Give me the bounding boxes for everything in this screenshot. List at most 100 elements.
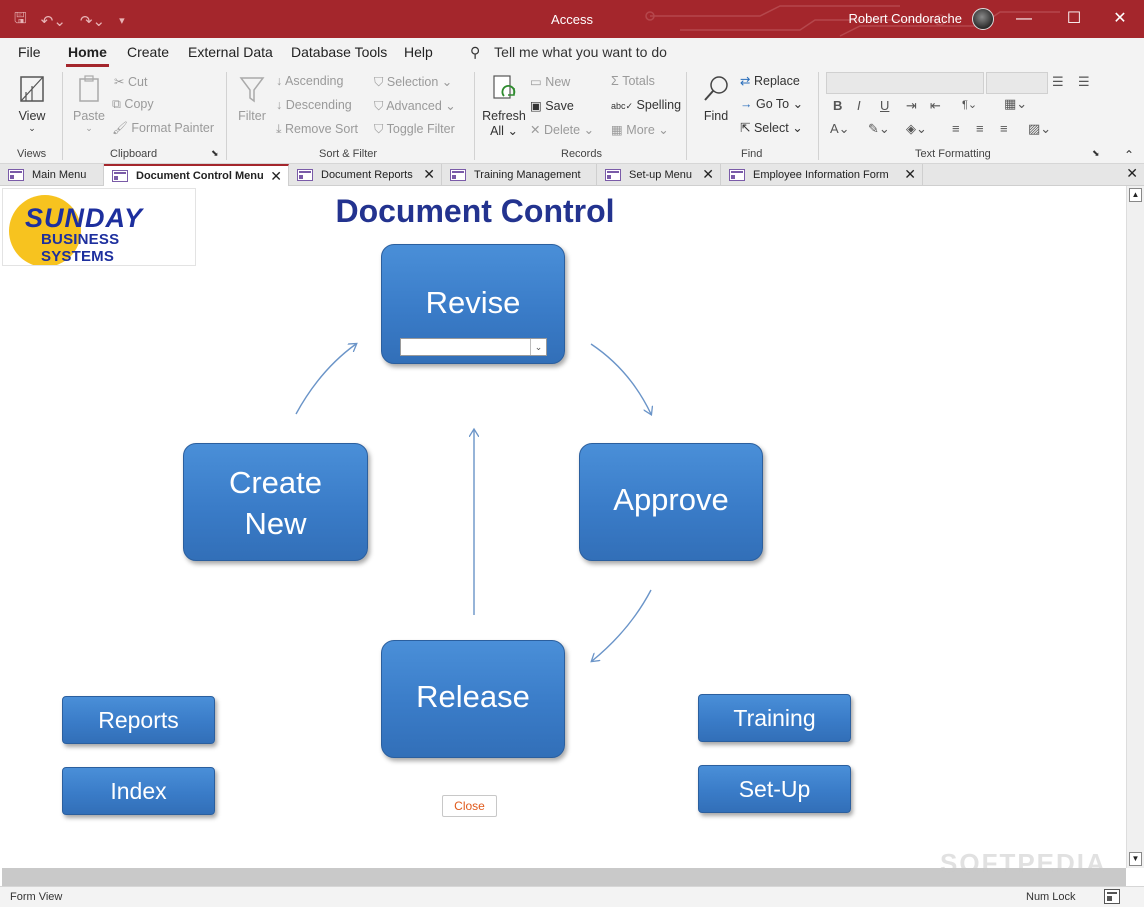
doc-tab-document-control-menu[interactable]: Document Control Menu ✕ bbox=[104, 164, 289, 186]
index-button[interactable]: Index bbox=[62, 767, 215, 815]
paragraph-direction-icon[interactable]: ¶⌄ bbox=[962, 98, 977, 111]
grid-icon: ▦ bbox=[611, 123, 623, 137]
cut-button[interactable]: ✂ Cut bbox=[114, 74, 147, 89]
doc-tab-set-up-menu[interactable]: Set-up Menu ✕ bbox=[597, 164, 721, 186]
page-title: Document Control bbox=[335, 193, 615, 229]
alternate-row-color-icon[interactable]: ▨⌄ bbox=[1028, 121, 1051, 137]
tab-external-data[interactable]: External Data bbox=[188, 44, 273, 60]
collapse-ribbon-icon[interactable]: ⌃ bbox=[1124, 148, 1134, 162]
delete-icon: ✕ bbox=[530, 123, 541, 137]
paste-label: Paste bbox=[73, 109, 105, 123]
reports-button[interactable]: Reports bbox=[62, 696, 215, 744]
release-button[interactable]: Release bbox=[381, 640, 565, 758]
scroll-up-icon[interactable]: ▲ bbox=[1129, 188, 1142, 202]
font-size-combo[interactable] bbox=[986, 72, 1048, 94]
highlight-icon[interactable]: ✎⌄ bbox=[868, 121, 890, 137]
status-bar: Form View Num Lock bbox=[0, 886, 1144, 907]
close-document-icon[interactable]: ✕ bbox=[1126, 165, 1138, 182]
totals-button[interactable]: Σ Totals bbox=[611, 74, 655, 88]
close-icon[interactable]: ✕ bbox=[423, 166, 435, 183]
title-bar: 🖫 ↶⌄ ↷⌄ ▾ Access Robert Condorache — ☐ ✕ bbox=[0, 0, 1144, 38]
close-window-button[interactable]: ✕ bbox=[1100, 6, 1140, 32]
find-button[interactable]: Find bbox=[698, 74, 734, 123]
avatar[interactable] bbox=[972, 8, 994, 30]
refresh-all-button[interactable]: Refresh All ⌄ bbox=[482, 74, 526, 138]
watermark: SOFTPEDIA bbox=[940, 848, 1107, 878]
more-button[interactable]: ▦ More ⌄ bbox=[611, 122, 669, 137]
italic-button[interactable]: I bbox=[857, 98, 861, 113]
align-center-icon[interactable]: ≡ bbox=[976, 121, 984, 136]
remove-sort-button[interactable]: ⤓ Remove Sort bbox=[276, 122, 358, 137]
font-name-combo[interactable] bbox=[826, 72, 984, 94]
close-icon[interactable]: ✕ bbox=[270, 168, 282, 185]
sort-descending-icon: ↓ bbox=[276, 98, 283, 112]
new-record-button[interactable]: ▭ New bbox=[530, 74, 570, 89]
ribbon: View ⌄ Views Paste ⌄ ✂ Cut ⧉ Copy 🖌 Form… bbox=[0, 68, 1144, 164]
doc-tab-employee-information-form[interactable]: Employee Information Form ✕ bbox=[721, 164, 923, 186]
view-icon bbox=[20, 76, 44, 102]
status-num-lock: Num Lock bbox=[1026, 891, 1076, 903]
training-button[interactable]: Training bbox=[698, 694, 851, 742]
format-painter-button[interactable]: 🖌 Format Painter bbox=[112, 121, 214, 136]
decrease-indent-icon[interactable]: ⇤ bbox=[930, 98, 941, 114]
find-label: Find bbox=[703, 109, 729, 123]
font-color-icon[interactable]: A⌄ bbox=[830, 121, 850, 137]
ribbon-separator bbox=[226, 72, 227, 160]
tell-me-search[interactable]: ⚲ Tell me what you want to do bbox=[470, 44, 667, 61]
tab-database-tools[interactable]: Database Tools bbox=[291, 44, 387, 60]
vertical-scrollbar[interactable]: ▲ ▼ bbox=[1126, 186, 1144, 868]
form-view-icon[interactable] bbox=[1104, 889, 1120, 904]
go-to-button[interactable]: → Go To ⌄ bbox=[740, 96, 803, 111]
user-name[interactable]: Robert Condorache bbox=[849, 11, 962, 26]
tab-home[interactable]: Home bbox=[66, 44, 109, 67]
doc-tab-main-menu[interactable]: Main Menu bbox=[0, 164, 104, 186]
select-button[interactable]: ⇱ Select ⌄ bbox=[740, 120, 803, 135]
paste-button[interactable]: Paste ⌄ bbox=[70, 74, 108, 134]
minimize-button[interactable]: — bbox=[1004, 6, 1044, 32]
doc-tab-document-reports[interactable]: Document Reports ✕ bbox=[289, 164, 442, 186]
numbering-icon[interactable]: ☰ bbox=[1078, 74, 1090, 90]
view-button[interactable]: View ⌄ bbox=[12, 74, 52, 134]
maximize-button[interactable]: ☐ bbox=[1054, 6, 1094, 32]
doc-tab-training-management[interactable]: Training Management bbox=[442, 164, 597, 186]
ascending-button[interactable]: ↓ Ascending bbox=[276, 74, 343, 88]
bold-button[interactable]: B bbox=[833, 98, 842, 113]
paste-icon bbox=[79, 75, 99, 102]
tab-file[interactable]: File bbox=[18, 44, 41, 60]
approve-button[interactable]: Approve bbox=[579, 443, 763, 561]
dialog-launcher-icon[interactable]: ⬊ bbox=[1092, 148, 1100, 159]
dialog-launcher-icon[interactable]: ⬊ bbox=[211, 148, 219, 159]
toggle-filter-button[interactable]: ⛉ Toggle Filter bbox=[374, 122, 455, 137]
fill-color-icon[interactable]: ◈⌄ bbox=[906, 121, 927, 137]
revise-document-combo[interactable]: ⌄ bbox=[400, 338, 547, 356]
chevron-down-icon[interactable]: ⌄ bbox=[530, 339, 546, 355]
refresh-icon bbox=[493, 75, 516, 99]
tab-create[interactable]: Create bbox=[127, 44, 169, 60]
delete-record-button[interactable]: ✕ Delete ⌄ bbox=[530, 122, 594, 137]
bullets-icon[interactable]: ☰ bbox=[1052, 74, 1064, 90]
increase-indent-icon[interactable]: ⇥ bbox=[906, 98, 917, 114]
close-icon[interactable]: ✕ bbox=[702, 166, 714, 183]
advanced-label: Advanced bbox=[386, 99, 442, 113]
gridlines-icon[interactable]: ▦⌄ bbox=[1004, 96, 1027, 112]
align-left-icon[interactable]: ≡ bbox=[952, 121, 960, 136]
save-record-button[interactable]: ▣ Save bbox=[530, 98, 574, 113]
replace-button[interactable]: ⇄ Replace bbox=[740, 73, 800, 88]
underline-button[interactable]: U bbox=[880, 98, 889, 113]
status-view: Form View bbox=[10, 891, 63, 903]
copy-button[interactable]: ⧉ Copy bbox=[112, 97, 154, 112]
create-new-button[interactable]: Create New bbox=[183, 443, 368, 561]
set-up-button[interactable]: Set-Up bbox=[698, 765, 851, 813]
close-icon[interactable]: ✕ bbox=[904, 166, 916, 183]
filter-button[interactable]: Filter bbox=[233, 74, 271, 123]
spelling-button[interactable]: abc✓ Spelling bbox=[611, 98, 681, 112]
align-right-icon[interactable]: ≡ bbox=[1000, 121, 1008, 136]
close-form-button[interactable]: Close bbox=[442, 795, 497, 817]
tab-help[interactable]: Help bbox=[404, 44, 433, 60]
descending-button[interactable]: ↓ Descending bbox=[276, 98, 352, 112]
advanced-button[interactable]: ⛉ Advanced ⌄ bbox=[374, 98, 456, 114]
approve-label: Approve bbox=[613, 482, 729, 517]
scroll-down-icon[interactable]: ▼ bbox=[1129, 852, 1142, 866]
selection-button[interactable]: ⛉ Selection ⌄ bbox=[374, 74, 452, 90]
doc-tab-label: Main Menu bbox=[32, 169, 87, 181]
